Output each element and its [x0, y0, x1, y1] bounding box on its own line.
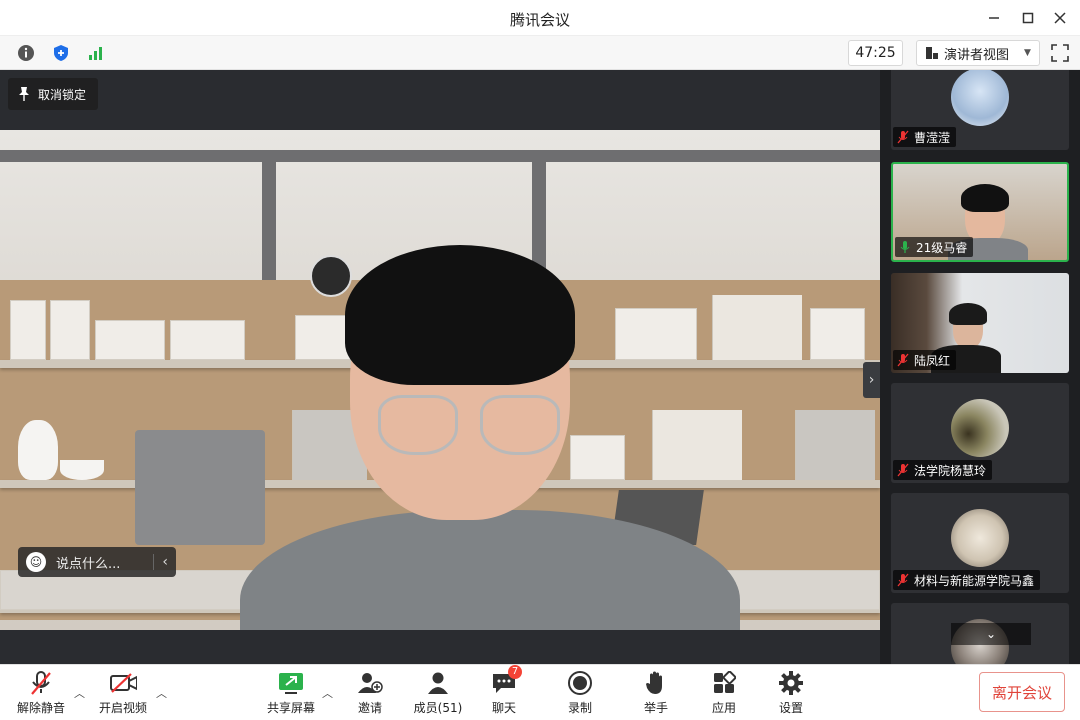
view-mode-label: 演讲者视图	[944, 47, 1010, 63]
avatar	[951, 399, 1009, 457]
chevron-left-icon[interactable]: ‹	[153, 554, 168, 570]
mic-muted-icon	[31, 671, 51, 695]
add-user-icon	[358, 673, 383, 693]
unmute-button[interactable]: 解除静音	[14, 669, 68, 719]
video-options-caret[interactable]: ︿	[156, 685, 167, 701]
participant-tile-active[interactable]: 21级马睿	[891, 162, 1069, 262]
apps-icon	[714, 671, 736, 693]
mic-active-icon	[900, 241, 910, 253]
chevron-right-icon: ›	[868, 372, 875, 388]
settings-button[interactable]: 设置	[771, 669, 811, 719]
minimize-icon	[989, 17, 999, 19]
mic-muted-icon	[897, 573, 909, 587]
main-video-stage[interactable]: 取消锁定 ☺ 说点什么... ‹ ›	[0, 70, 880, 664]
participant-tile[interactable]: 曹滢滢	[891, 70, 1069, 150]
share-screen-button[interactable]: 共享屏幕	[264, 669, 318, 719]
meeting-toolbar: 47:25 演讲者视图 ▼	[0, 36, 1080, 70]
participant-nametag: 陆凤红	[893, 350, 957, 370]
raise-hand-button[interactable]: 举手	[636, 669, 676, 719]
scroll-down-button[interactable]: ⌄	[951, 623, 1031, 645]
chat-button[interactable]: 7 聊天	[484, 665, 524, 719]
close-button[interactable]	[1048, 6, 1072, 30]
control-bar: 解除静音 ︿ 开启视频 ︿ 共享屏幕 ︿ 邀请 成员(51) 7 聊天 录制 举…	[0, 664, 1080, 720]
apps-button[interactable]: 应用	[704, 669, 744, 719]
chevron-down-icon: ⌄	[985, 627, 997, 641]
window-title: 腾讯会议	[509, 11, 570, 29]
record-icon	[568, 671, 592, 695]
members-icon	[428, 672, 448, 694]
participant-panel: 曹滢滢 21级马睿 陆凤红 法学院杨慧玲 材料与新能源学院马鑫 ⌄	[880, 70, 1080, 664]
share-options-caret[interactable]: ︿	[322, 685, 333, 701]
security-button[interactable]	[50, 42, 72, 64]
chevron-down-icon: ▼	[1024, 48, 1031, 58]
view-mode-dropdown[interactable]: 演讲者视图 ▼	[916, 40, 1040, 66]
participant-tile[interactable]: 法学院杨慧玲	[891, 383, 1069, 483]
quick-chat-input[interactable]: ☺ 说点什么... ‹	[18, 547, 176, 577]
mic-muted-icon	[897, 353, 909, 367]
avatar	[951, 509, 1009, 567]
network-signal-button[interactable]	[85, 42, 107, 64]
fullscreen-icon	[1051, 44, 1069, 62]
participant-nametag: 21级马睿	[895, 237, 974, 257]
collapse-panel-button[interactable]: ›	[863, 362, 880, 398]
participant-nametag: 法学院杨慧玲	[893, 460, 993, 480]
participant-nametag: 材料与新能源学院马鑫	[893, 570, 1041, 590]
unpin-button[interactable]: 取消锁定	[8, 78, 99, 110]
maximize-icon	[1022, 12, 1034, 24]
avatar	[951, 70, 1009, 126]
unpin-label: 取消锁定	[38, 87, 87, 102]
signal-icon	[89, 47, 102, 60]
layout-icon	[926, 47, 938, 59]
close-icon	[1054, 12, 1066, 24]
camera-off-icon	[110, 673, 137, 693]
start-video-button[interactable]: 开启视频	[96, 669, 150, 719]
mic-options-caret[interactable]: ︿	[74, 685, 85, 701]
hand-icon	[646, 671, 662, 694]
members-button[interactable]: 成员(51)	[408, 669, 468, 719]
chat-placeholder: 说点什么...	[56, 556, 121, 572]
participant-tile[interactable]: 陆凤红	[891, 273, 1069, 373]
invite-button[interactable]: 邀请	[350, 669, 390, 719]
info-icon	[18, 45, 34, 61]
maximize-button[interactable]	[1016, 6, 1040, 30]
participant-nametag: 曹滢滢	[893, 127, 957, 147]
shield-icon	[54, 45, 68, 61]
record-button[interactable]: 录制	[560, 669, 600, 719]
meeting-timer: 47:25	[848, 40, 903, 66]
title-bar: 腾讯会议	[0, 0, 1080, 36]
gear-icon	[779, 671, 803, 695]
participant-tile[interactable]: ⌄	[891, 603, 1069, 664]
chat-unread-badge: 7	[508, 665, 522, 679]
leave-meeting-button[interactable]: 离开会议	[979, 672, 1065, 712]
emoji-icon[interactable]: ☺	[26, 552, 46, 572]
participant-tile[interactable]: 材料与新能源学院马鑫	[891, 493, 1069, 593]
info-button[interactable]	[15, 42, 37, 64]
minimize-button[interactable]	[982, 6, 1006, 30]
mic-muted-icon	[897, 130, 909, 144]
fullscreen-button[interactable]	[1050, 43, 1070, 63]
share-screen-icon	[279, 673, 303, 694]
mic-muted-icon	[897, 463, 909, 477]
pin-icon	[19, 87, 29, 101]
